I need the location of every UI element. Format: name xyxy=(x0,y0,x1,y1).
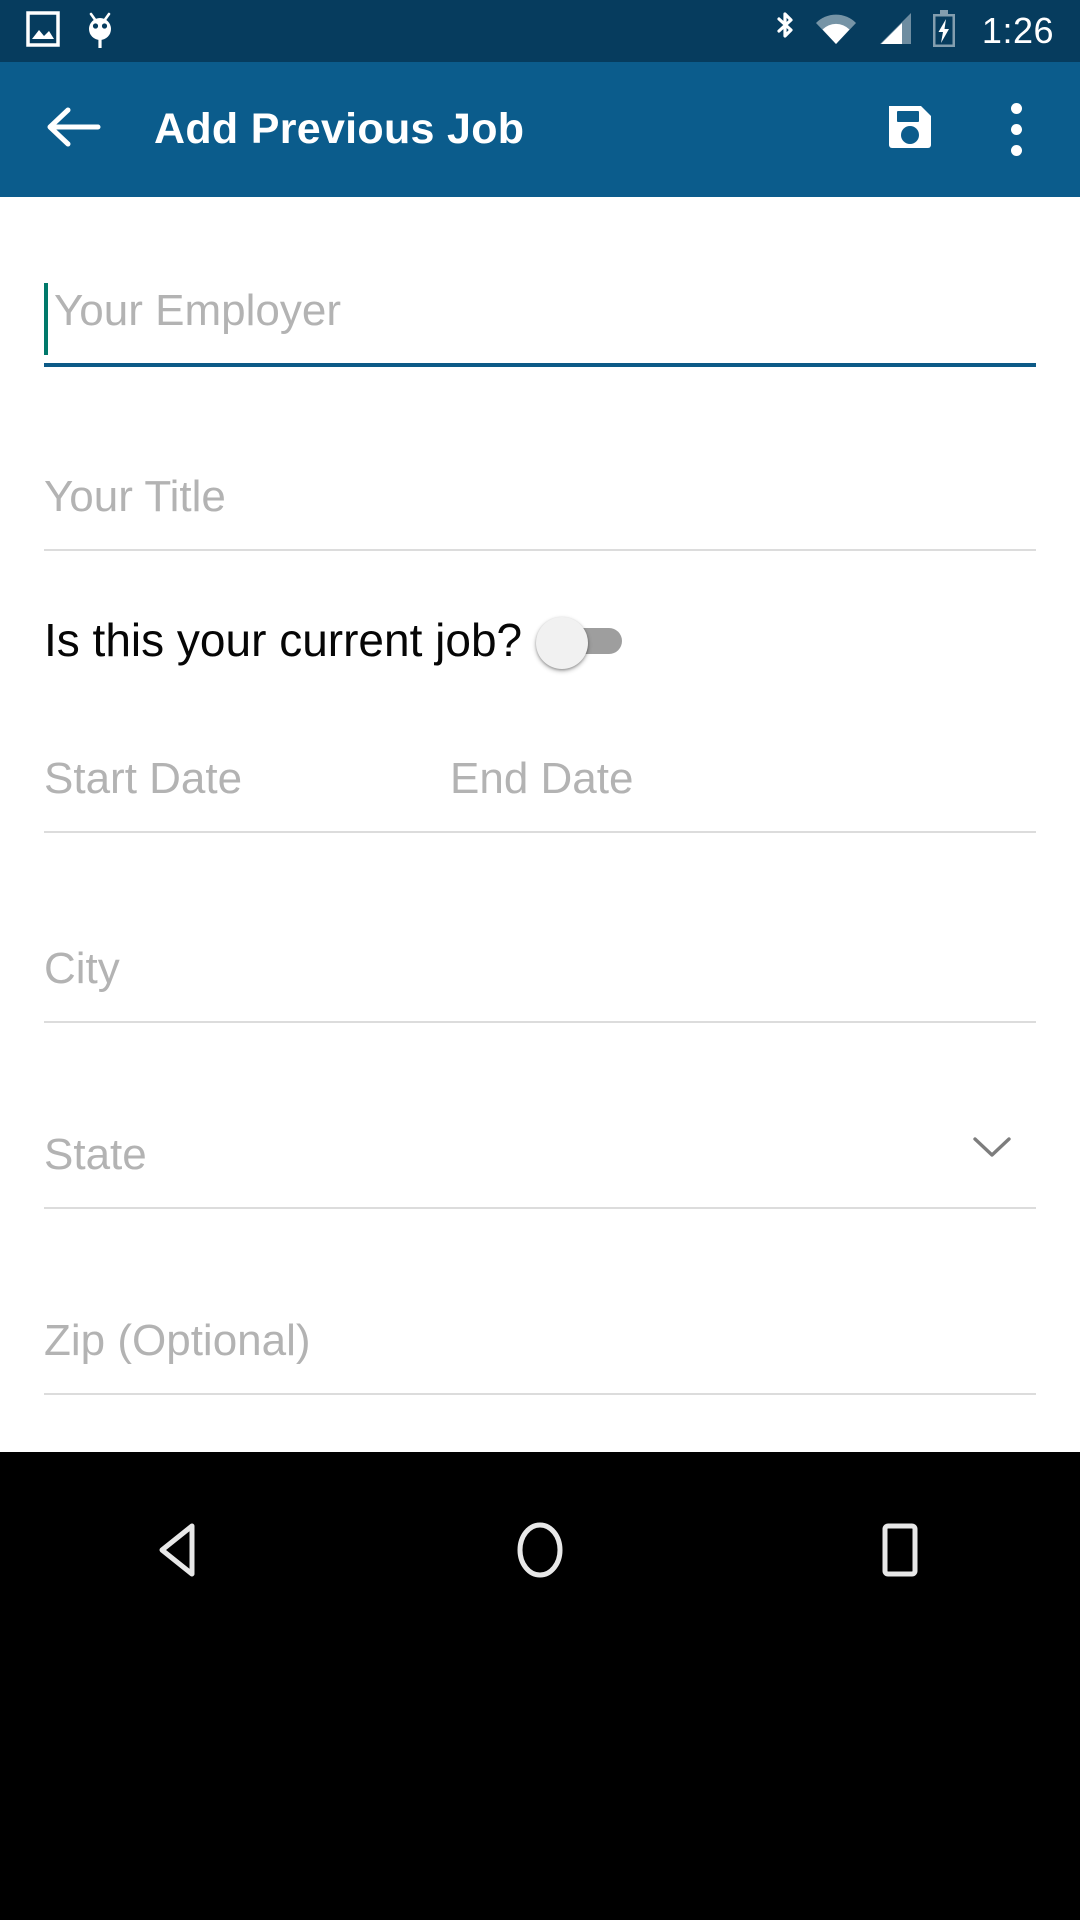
toggle-thumb xyxy=(536,617,589,669)
start-date-field-group[interactable]: Start Date xyxy=(44,757,242,801)
state-dropdown-toggle[interactable] xyxy=(964,1121,1020,1177)
battery-charging-icon xyxy=(930,9,958,54)
employer-input-placeholder: Your Employer xyxy=(54,286,341,335)
arrow-back-icon xyxy=(46,104,102,155)
city-field-group[interactable]: City xyxy=(44,944,1036,1023)
current-job-row: Is this your current job? xyxy=(44,605,1036,675)
job-form: Your Employer Your Title Is this your cu… xyxy=(0,197,1080,1452)
employer-field-group[interactable]: Your Employer xyxy=(44,283,1036,367)
android-debug-bug-icon xyxy=(82,9,118,54)
save-floppy-disk-icon xyxy=(884,101,936,158)
nav-home-button[interactable] xyxy=(470,1502,610,1602)
triangle-back-icon xyxy=(154,1520,206,1585)
status-bar-left-icons xyxy=(0,9,118,54)
nav-back-button[interactable] xyxy=(110,1502,250,1602)
status-bar-right-icons: 1:26 xyxy=(772,9,1080,54)
city-input-placeholder: City xyxy=(44,944,120,993)
zip-input-placeholder: Zip (Optional) xyxy=(44,1316,311,1365)
screenshot-image-icon xyxy=(26,10,60,53)
title-field-group[interactable]: Your Title xyxy=(44,472,1036,551)
chevron-down-icon xyxy=(971,1134,1013,1165)
city-field-underline xyxy=(44,1021,1036,1023)
text-caret xyxy=(44,283,48,355)
bluetooth-icon xyxy=(772,9,798,54)
app-bar: Add Previous Job xyxy=(0,62,1080,197)
more-vertical-icon xyxy=(1010,103,1022,156)
save-button[interactable] xyxy=(866,86,954,174)
back-navigation-button[interactable] xyxy=(26,82,122,178)
status-bar: 1:26 xyxy=(0,0,1080,62)
status-bar-clock: 1:26 xyxy=(981,10,1054,51)
end-date-field-group[interactable]: End Date xyxy=(450,757,633,801)
zip-field-underline xyxy=(44,1393,1036,1395)
state-field-underline xyxy=(44,1207,1036,1209)
end-date-input-placeholder: End Date xyxy=(450,754,634,803)
overflow-menu-button[interactable] xyxy=(972,86,1060,174)
cellular-signal-icon xyxy=(874,11,914,52)
state-field-group[interactable]: State xyxy=(44,1130,1036,1209)
zip-field-group[interactable]: Zip (Optional) xyxy=(44,1316,1036,1395)
title-input-placeholder: Your Title xyxy=(44,472,226,521)
wifi-icon xyxy=(814,11,858,52)
square-recents-icon xyxy=(876,1520,924,1585)
state-input-placeholder: State xyxy=(44,1130,147,1179)
start-date-input-placeholder: Start Date xyxy=(44,754,243,803)
current-job-label: Is this your current job? xyxy=(44,614,523,666)
employer-field-underline xyxy=(44,363,1036,367)
page-title: Add Previous Job xyxy=(154,105,525,153)
date-row-underline xyxy=(44,831,1036,833)
circle-home-icon xyxy=(512,1519,568,1586)
nav-recents-button[interactable] xyxy=(830,1502,970,1602)
app-bar-actions xyxy=(866,86,1080,174)
system-navigation-bar xyxy=(0,1452,1080,1920)
title-field-underline xyxy=(44,549,1036,551)
current-job-toggle-switch[interactable] xyxy=(536,617,624,669)
